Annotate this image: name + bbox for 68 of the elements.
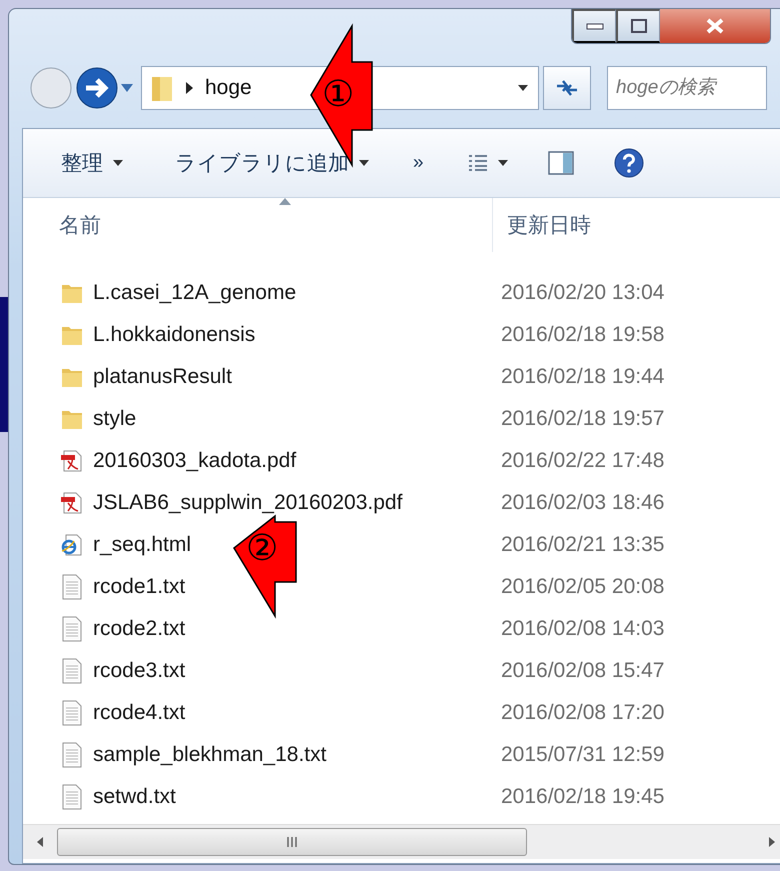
scroll-thumb[interactable] (57, 828, 527, 856)
modified-date: 2015/07/31 12:59 (500, 743, 664, 767)
file-name[interactable]: r_seq.html (93, 533, 192, 557)
modified-date: 2016/02/05 20:08 (500, 575, 664, 599)
caret-icon (359, 160, 369, 166)
list-view-icon (468, 154, 488, 172)
file-name[interactable]: setwd.txt (93, 785, 176, 809)
file-name[interactable]: style (93, 407, 136, 431)
text-file-icon (60, 784, 84, 810)
file-name[interactable]: rcode3.txt (93, 659, 186, 683)
scroll-right-icon[interactable] (769, 837, 775, 847)
modified-date: 2016/02/18 19:57 (500, 407, 664, 431)
forward-icon[interactable] (75, 66, 119, 110)
minimize-button[interactable] (572, 9, 616, 43)
text-file-icon (60, 742, 84, 768)
minimize-icon (586, 22, 604, 30)
file-name[interactable]: L.casei_12A_genome (93, 281, 296, 305)
horizontal-scrollbar[interactable] (23, 824, 780, 859)
text-file-icon (60, 658, 84, 684)
refresh-icon (555, 78, 579, 98)
more-button[interactable]: » (413, 146, 424, 180)
file-name[interactable]: JSLAB6_supplwin_20160203.pdf (93, 491, 402, 515)
organize-menu[interactable]: 整理 (61, 143, 123, 183)
caret-icon (113, 160, 123, 166)
maximize-button[interactable] (616, 9, 660, 43)
close-icon (704, 17, 726, 35)
modified-date: 2016/02/18 19:44 (500, 365, 664, 389)
help-icon (614, 148, 644, 178)
file-name[interactable]: 20160303_kadota.pdf (93, 449, 296, 473)
file-name[interactable]: rcode1.txt (93, 575, 186, 599)
breadcrumb-arrow-icon (186, 82, 193, 94)
modified-date: 2016/02/03 18:46 (500, 491, 664, 515)
file-name[interactable]: L.hokkaidonensis (93, 323, 256, 347)
search-field[interactable]: hogeの検索 (607, 66, 767, 110)
scroll-left-icon[interactable] (37, 837, 43, 847)
text-file-icon (60, 700, 84, 726)
modified-date: 2016/02/21 13:35 (500, 533, 664, 557)
modified-date: 2016/02/08 15:47 (500, 659, 664, 683)
callout-number: ② (246, 530, 278, 566)
folder-icon (150, 74, 174, 102)
caret-icon (498, 160, 508, 166)
modified-date: 2016/02/08 17:20 (500, 701, 664, 725)
file-name[interactable]: rcode2.txt (93, 617, 186, 641)
date-column-header[interactable]: 更新日時 (507, 211, 591, 239)
grip-icon (286, 837, 298, 847)
modified-date: 2016/02/18 19:58 (500, 323, 664, 347)
pdf-file-icon (60, 491, 84, 515)
close-button[interactable] (660, 9, 770, 43)
add-to-library-menu[interactable]: ライブラリに追加 (175, 143, 369, 183)
maximize-icon (630, 18, 648, 34)
modified-date: 2016/02/08 14:03 (500, 617, 664, 641)
refresh-button[interactable] (543, 66, 591, 110)
text-file-icon (60, 616, 84, 642)
modified-date: 2016/02/18 19:45 (500, 785, 664, 809)
pdf-file-icon (60, 449, 84, 473)
file-name[interactable]: sample_blekhman_18.txt (93, 743, 326, 767)
preview-pane-icon (548, 151, 574, 175)
file-name[interactable]: rcode4.txt (93, 701, 186, 725)
modified-date: 2016/02/22 17:48 (500, 449, 664, 473)
caret-icon (518, 85, 528, 92)
callout-number: ① (322, 76, 354, 112)
text-file-icon (60, 574, 84, 600)
file-name[interactable]: platanusResult (93, 365, 232, 389)
path-text: hoge (205, 76, 252, 100)
history-dropdown-icon[interactable] (121, 84, 133, 92)
html-file-icon (60, 533, 84, 557)
name-column-header[interactable]: 名前 (59, 214, 101, 237)
modified-date: 2016/02/20 13:04 (500, 281, 664, 305)
